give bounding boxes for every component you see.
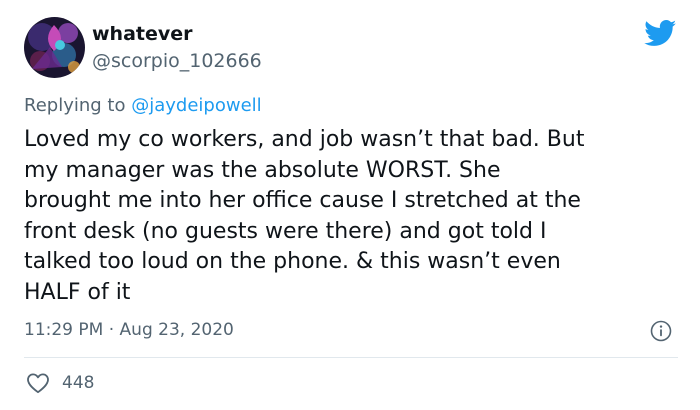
twitter-bird-icon[interactable] xyxy=(644,20,677,47)
tweet-text-line: front desk (no guests were there) and go… xyxy=(24,218,547,244)
replying-to-label: Replying to xyxy=(24,95,126,116)
tweet-text-line: HALF of it xyxy=(24,279,131,305)
avatar[interactable] xyxy=(24,17,85,78)
avatar-image xyxy=(24,17,85,78)
display-name[interactable]: whatever xyxy=(92,22,193,46)
tweet-text-line: brought me into her office cause I stret… xyxy=(24,188,581,213)
tweet-text-line: my manager was the absolute WORST. She xyxy=(24,157,501,183)
like-count: 448 xyxy=(62,373,95,393)
heart-icon[interactable] xyxy=(26,372,50,394)
user-handle[interactable]: @scorpio_102666 xyxy=(92,49,262,73)
info-icon[interactable] xyxy=(650,320,672,342)
tweet-text-line: Loved my co workers, and job wasn’t that… xyxy=(24,127,585,152)
reply-to-handle-link[interactable]: @jaydeipowell xyxy=(131,95,261,116)
tweet-timestamp[interactable]: 11:29 PM · Aug 23, 2020 xyxy=(24,318,234,342)
tweet-text-line: talked too loud on the phone. & this was… xyxy=(24,249,561,274)
tweet-time: 11:29 PM xyxy=(24,320,104,340)
divider xyxy=(24,357,678,358)
tweet-text: Loved my co workers, and job wasn’t that… xyxy=(24,125,684,308)
replying-to: Replying to @jaydeipowell xyxy=(24,94,262,118)
tweet-date: Aug 23, 2020 xyxy=(119,320,234,340)
meta-separator: · xyxy=(108,320,115,340)
tweet-card: whatever @scorpio_102666 Replying to @ja… xyxy=(0,0,700,410)
